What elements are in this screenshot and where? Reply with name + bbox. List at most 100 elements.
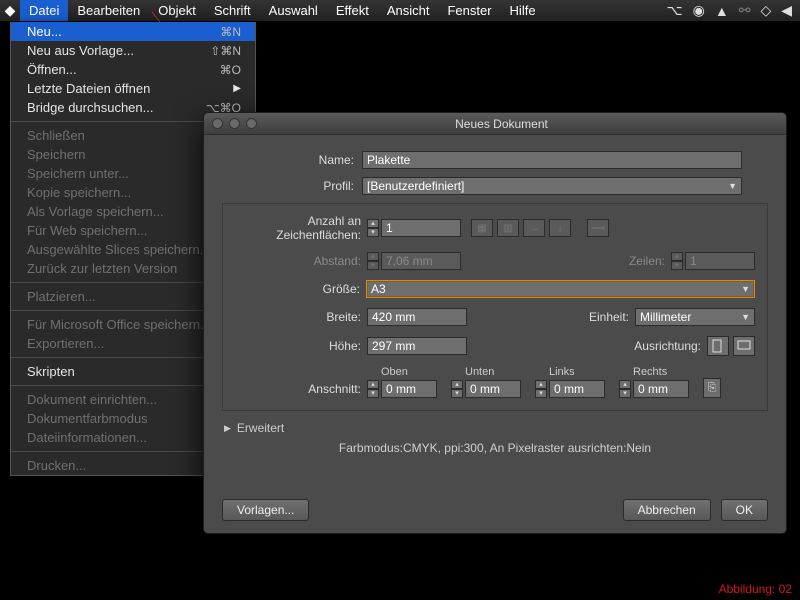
cancel-button[interactable]: Abbrechen (623, 499, 711, 521)
menu-objekt[interactable]: Objekt (149, 0, 205, 21)
document-info: Farbmodus:CMYK, ppi:300, An Pixelraster … (222, 441, 768, 455)
triangle-right-icon: ▶ (224, 423, 231, 434)
size-value: A3 (371, 282, 386, 296)
height-label: Höhe: (235, 339, 367, 353)
height-input[interactable] (367, 337, 467, 355)
menu-item-label: Für Microsoft Office speichern... (27, 317, 211, 332)
menu-item-label: Letzte Dateien öffnen (27, 81, 150, 96)
bluetooth-icon[interactable]: ⚯ (739, 2, 751, 19)
shortcut: ⌘O (220, 63, 241, 77)
artboards-stepper[interactable]: ▴▾ (367, 219, 379, 237)
chevron-down-icon: ▼ (741, 284, 750, 294)
bleed-bottom-input[interactable] (465, 380, 521, 398)
menu-item-label: Drucken... (27, 458, 86, 473)
menu-item[interactable]: Neu... ⌘N (11, 22, 255, 41)
menu-item-label: Ausgewählte Slices speichern... (27, 242, 211, 257)
arrange-ltr-icon: ⟶ (587, 219, 609, 237)
orientation-label: Ausrichtung: (634, 339, 707, 353)
name-input[interactable] (362, 151, 742, 169)
menu-item-label: Bridge durchsuchen... (27, 100, 153, 115)
width-label: Breite: (235, 310, 367, 324)
bleed-top-stepper[interactable]: ▴▾ (367, 380, 379, 398)
menu-item-label: Öffnen... (27, 62, 77, 77)
advanced-disclosure[interactable]: ▶ Erweitert (224, 421, 768, 435)
menu-item-label: Neu... (27, 24, 62, 39)
size-select[interactable]: A3 ▼ (366, 280, 755, 298)
unit-value: Millimeter (640, 310, 691, 324)
menu-item-label: Kopie speichern... (27, 185, 131, 200)
shortcut: ⇧⌘N (210, 44, 241, 58)
profile-value: [Benutzerdefiniert] (367, 179, 464, 193)
dialog-title: Neues Dokument (257, 117, 786, 131)
menu-ansicht[interactable]: Ansicht (378, 0, 439, 21)
menu-effekt[interactable]: Effekt (327, 0, 378, 21)
arrange-down-icon: ↓ (549, 219, 571, 237)
spacing-label: Abstand: (235, 254, 367, 268)
volume-icon[interactable]: ◀ (781, 2, 792, 19)
apple-menu[interactable]: ◆ (0, 2, 20, 19)
bleed-right-stepper[interactable]: ▴▾ (619, 380, 631, 398)
figure-caption: Abbildung: 02 (719, 582, 792, 596)
bleed-label: Anschnitt: (235, 382, 367, 398)
menu-item-label: Exportieren... (27, 336, 104, 351)
orientation-landscape[interactable] (733, 336, 755, 356)
rows-label: Zeilen: (629, 254, 671, 268)
menu-item-label: Zurück zur letzten Version (27, 261, 177, 276)
name-label: Name: (222, 153, 362, 167)
dropbox-icon[interactable]: ⌥ (666, 2, 682, 19)
bleed-right-label: Rechts (619, 366, 689, 378)
menu-item-label: Dokument einrichten... (27, 392, 157, 407)
bleed-left-stepper[interactable]: ▴▾ (535, 380, 547, 398)
menu-item-label: Speichern unter... (27, 166, 129, 181)
bleed-bottom-label: Unten (451, 366, 521, 378)
dialog-titlebar: Neues Dokument (204, 113, 786, 135)
menubar-status: ⌥ ◉ ▲ ⚯ ◇ ◀ (666, 2, 800, 19)
menu-fenster[interactable]: Fenster (438, 0, 500, 21)
menu-hilfe[interactable]: Hilfe (501, 0, 545, 21)
sync-icon[interactable]: ◉ (693, 2, 705, 19)
menu-item[interactable]: Öffnen... ⌘O (11, 60, 255, 79)
bleed-left-input[interactable] (549, 380, 605, 398)
menu-item-label: Als Vorlage speichern... (27, 204, 164, 219)
unit-select[interactable]: Millimeter▼ (635, 308, 755, 326)
advanced-label: Erweitert (237, 421, 284, 435)
minimize-icon[interactable] (229, 118, 240, 129)
profile-select[interactable]: [Benutzerdefiniert] ▼ (362, 177, 742, 195)
menu-item[interactable]: Letzte Dateien öffnen ▶ (11, 79, 255, 98)
profile-label: Profil: (222, 179, 362, 193)
grid-by-row-icon: ▦ (471, 219, 493, 237)
menu-auswahl[interactable]: Auswahl (260, 0, 327, 21)
menu-item-label: Schließen (27, 128, 85, 143)
menubar: ◆ DateiBearbeitenObjektSchriftAuswahlEff… (0, 0, 800, 22)
menu-datei[interactable]: Datei (20, 0, 68, 21)
bleed-top-input[interactable] (381, 380, 437, 398)
close-icon[interactable] (212, 118, 223, 129)
spacing-stepper: ▴▾ (367, 252, 379, 270)
link-bleed-icon[interactable]: ⎘ (703, 378, 721, 398)
bleed-left-label: Links (535, 366, 605, 378)
menu-item[interactable]: Neu aus Vorlage...⇧⌘N (11, 41, 255, 60)
rows-input (685, 252, 755, 270)
menu-schrift[interactable]: Schrift (205, 0, 260, 21)
notification-icon[interactable]: ▲ (715, 3, 729, 19)
ok-button[interactable]: OK (721, 499, 768, 521)
bleed-bottom-stepper[interactable]: ▴▾ (451, 380, 463, 398)
width-input[interactable] (367, 308, 467, 326)
shortcut: ⌘N (220, 25, 241, 39)
menu-bearbeiten[interactable]: Bearbeiten (68, 0, 149, 21)
zoom-icon[interactable] (246, 118, 257, 129)
orientation-portrait[interactable] (707, 336, 729, 356)
arrange-right-icon: → (523, 219, 545, 237)
chevron-down-icon: ▼ (728, 181, 737, 191)
new-document-dialog: Neues Dokument Name: Profil: [Benutzerde… (203, 112, 787, 534)
artboards-input[interactable] (381, 219, 461, 237)
grid-by-col-icon: ▥ (497, 219, 519, 237)
bleed-top-label: Oben (367, 366, 437, 378)
wifi-icon[interactable]: ◇ (760, 2, 771, 19)
menu-item-label: Für Web speichern... (27, 223, 147, 238)
size-label: Größe: (235, 282, 366, 296)
templates-button[interactable]: Vorlagen... (222, 499, 309, 521)
rows-stepper: ▴▾ (671, 252, 683, 270)
bleed-right-input[interactable] (633, 380, 689, 398)
submenu-arrow-icon: ▶ (233, 83, 241, 94)
